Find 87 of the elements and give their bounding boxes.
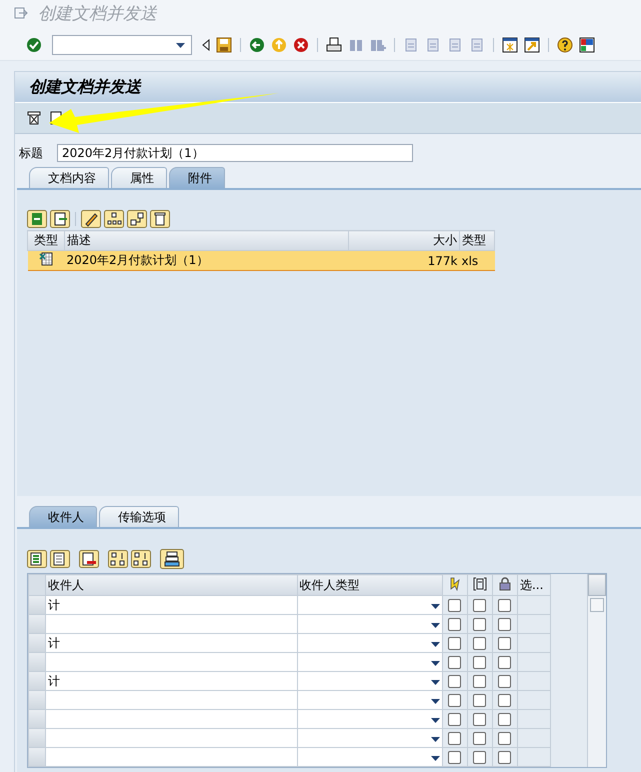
caret-icon[interactable] xyxy=(430,661,440,666)
triangle-icon[interactable] xyxy=(202,39,210,51)
enter-icon[interactable] xyxy=(26,37,42,53)
checkbox[interactable] xyxy=(448,599,462,612)
bracket-icon[interactable] xyxy=(472,576,487,590)
checkbox[interactable] xyxy=(473,618,486,632)
table-cell: 计 xyxy=(48,674,60,688)
column-header[interactable]: 类型 xyxy=(460,230,494,250)
checkbox[interactable] xyxy=(498,637,512,650)
caret-icon[interactable] xyxy=(430,642,440,647)
table-cell: xls xyxy=(462,254,478,268)
print-icon[interactable] xyxy=(326,37,342,53)
import-icon[interactable] xyxy=(27,210,47,228)
save-icon[interactable] xyxy=(216,37,232,53)
spreadsheet-icon xyxy=(39,252,53,266)
tab[interactable]: 文档内容 xyxy=(29,167,109,188)
checkbox[interactable] xyxy=(448,637,462,650)
trash-icon[interactable] xyxy=(150,210,170,228)
cancel-icon[interactable] xyxy=(293,37,309,53)
lock-icon[interactable] xyxy=(498,576,511,590)
exit-icon[interactable] xyxy=(14,7,28,19)
checkbox[interactable] xyxy=(498,675,512,688)
checkbox[interactable] xyxy=(448,694,462,708)
add-row-icon[interactable] xyxy=(27,550,47,568)
hierarchy-icon[interactable] xyxy=(104,210,124,228)
shortcut-icon[interactable] xyxy=(524,37,540,53)
caret-icon[interactable] xyxy=(430,623,440,628)
tab[interactable]: 传输选项 xyxy=(99,506,179,527)
lightning-icon[interactable] xyxy=(448,576,461,590)
screen-title: 创建文档并发送 xyxy=(29,76,141,98)
caret-icon[interactable] xyxy=(430,604,440,609)
caret-icon[interactable] xyxy=(430,737,440,742)
table-cell: 计 xyxy=(48,598,60,612)
checkbox[interactable] xyxy=(498,656,512,670)
checkbox[interactable] xyxy=(498,713,512,726)
table-cell: 2020年2月付款计划（1） xyxy=(66,253,208,267)
window-icon[interactable] xyxy=(502,37,518,53)
checkbox[interactable] xyxy=(473,732,486,746)
checkbox[interactable] xyxy=(473,599,486,612)
back-icon[interactable] xyxy=(249,37,265,53)
checkbox[interactable] xyxy=(473,694,486,708)
help-icon[interactable] xyxy=(557,37,573,53)
checkbox[interactable] xyxy=(498,694,512,708)
delete-row-icon[interactable] xyxy=(79,550,99,568)
checkbox[interactable] xyxy=(448,618,462,632)
checkbox[interactable] xyxy=(473,656,486,670)
checkbox[interactable] xyxy=(473,675,486,688)
caret-icon[interactable] xyxy=(430,756,440,761)
pencil-icon[interactable] xyxy=(81,210,101,228)
column-header[interactable]: 描述 xyxy=(64,230,348,250)
table-cell: 计 xyxy=(48,636,60,650)
checkbox[interactable] xyxy=(473,637,486,650)
tab[interactable]: 附件 xyxy=(169,167,225,188)
checkbox[interactable] xyxy=(448,656,462,670)
scrollbar[interactable] xyxy=(587,574,606,767)
checkbox[interactable] xyxy=(448,732,462,746)
export-icon[interactable] xyxy=(50,210,70,228)
column-header[interactable]: 选... xyxy=(517,574,551,596)
checkbox[interactable] xyxy=(473,713,486,726)
stack-icon[interactable] xyxy=(160,549,184,569)
tab[interactable]: 属性 xyxy=(111,167,167,188)
checkbox[interactable] xyxy=(498,599,512,612)
column-header[interactable]: 类型 xyxy=(28,230,64,250)
checkbox[interactable] xyxy=(473,751,486,764)
caret-icon[interactable] xyxy=(430,680,440,685)
caret-icon[interactable] xyxy=(430,699,440,704)
column-header[interactable]: 收件人类型 xyxy=(297,574,442,596)
checkbox[interactable] xyxy=(498,751,512,764)
checkbox[interactable] xyxy=(448,713,462,726)
trash-icon[interactable] xyxy=(27,111,41,125)
insert-row-icon[interactable] xyxy=(50,550,70,568)
checkbox[interactable] xyxy=(448,751,462,764)
column-header[interactable]: 大小 xyxy=(348,230,460,250)
checkbox[interactable] xyxy=(448,675,462,688)
table-cell: 177k xyxy=(428,254,458,268)
structure-icon[interactable] xyxy=(127,210,147,228)
tab[interactable]: 收件人 xyxy=(29,506,97,527)
caret-icon[interactable] xyxy=(176,42,185,48)
window-title: 创建文档并发送 xyxy=(38,2,157,24)
caret-icon[interactable] xyxy=(430,718,440,723)
field-label: 标题 xyxy=(19,144,43,162)
checkbox[interactable] xyxy=(498,732,512,746)
checkbox[interactable] xyxy=(498,618,512,632)
command-field[interactable] xyxy=(52,35,192,55)
layout-icon[interactable] xyxy=(579,37,595,53)
subject-field[interactable]: 2020年2月付款计划（1） xyxy=(57,144,413,162)
column-header[interactable]: 收件人 xyxy=(46,574,298,596)
